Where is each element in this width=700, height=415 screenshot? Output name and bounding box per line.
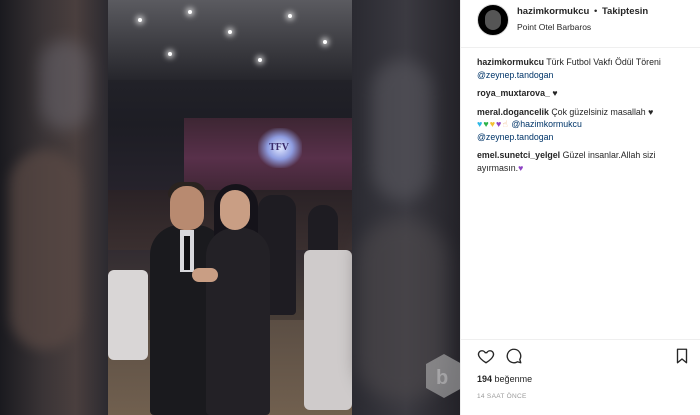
separator-dot: • [593, 6, 598, 17]
comment-item: roya_muxtarova_ ♥ [477, 87, 699, 100]
mention-link[interactable]: @zeynep.tandogan [477, 70, 553, 80]
comment-username[interactable]: meral.dogancelik [477, 107, 549, 117]
avatar[interactable] [477, 4, 509, 36]
comment-username[interactable]: emel.sunetci_yelgel [477, 150, 560, 160]
username-link[interactable]: hazimkormukcu [517, 6, 589, 17]
follow-status-button[interactable]: Takiptesin [602, 6, 648, 17]
username-line: hazimkormukcu • Takiptesin [517, 6, 648, 17]
ceiling [108, 0, 352, 80]
woman-figure [206, 228, 270, 415]
photo-stage: TFV [0, 0, 460, 415]
comment-text: ♥ [552, 88, 558, 98]
comment-username[interactable]: roya_muxtarova_ [477, 88, 550, 98]
comments-list: hazimkormukcu Türk Futbol Vakfı Ödül Tör… [477, 56, 699, 180]
post-actions [477, 347, 691, 369]
location-link[interactable]: Point Otel Barbaros [517, 22, 591, 32]
divider [461, 339, 700, 340]
emoji-hearts: ♥♥♥♥☝ [477, 118, 509, 131]
comment-item: emel.sunetci_yelgel Güzel insanlar.Allah… [477, 149, 699, 174]
comment-text: Türk Futbol Vakfı Ödül Töreni [546, 57, 661, 67]
comment-item: meral.dogancelik Çok güzelsiniz masallah… [477, 106, 699, 144]
watermark-logo-icon: b [426, 354, 462, 398]
hand-emoji-icon: ☝ [502, 119, 509, 129]
likes-count[interactable]: 194 beğenme [477, 374, 532, 384]
post-side-panel: hazimkormukcu • Takiptesin Point Otel Ba… [460, 0, 700, 415]
likes-label: beğenme [494, 374, 533, 384]
heart-icon[interactable] [477, 347, 495, 365]
mention-link[interactable]: @hazimkormukcu [511, 119, 582, 129]
likes-number: 194 [477, 374, 493, 384]
comment-text: Çok güzelsiniz masallah ♥ [551, 106, 654, 117]
purple-heart-icon: ♥ [518, 162, 524, 173]
comment-item: hazimkormukcu Türk Futbol Vakfı Ödül Tör… [477, 56, 699, 81]
comment-icon[interactable] [505, 347, 523, 365]
bookmark-icon[interactable] [673, 347, 691, 365]
post-photo[interactable]: TFV [108, 0, 352, 415]
event-logo-text: TFV [269, 142, 289, 153]
svg-text:b: b [436, 367, 448, 389]
comment-username[interactable]: hazimkormukcu [477, 57, 544, 67]
post-timestamp: 14 SAAT ÖNCE [477, 393, 527, 400]
blurred-background-left [0, 0, 108, 415]
mention-link[interactable]: @zeynep.tandogan [477, 132, 553, 142]
post-header: hazimkormukcu • Takiptesin Point Otel Ba… [461, 0, 700, 48]
